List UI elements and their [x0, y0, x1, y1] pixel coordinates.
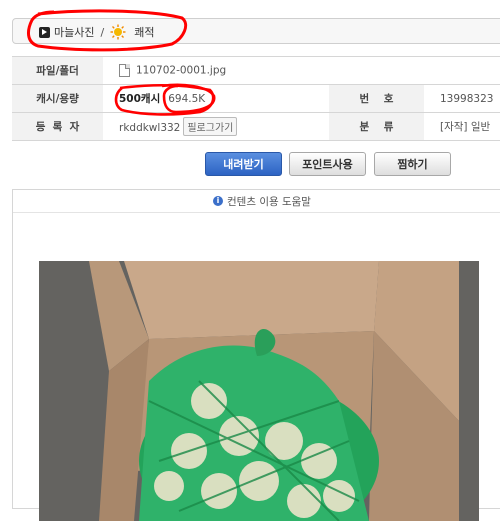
file-size: 694.5K — [168, 93, 206, 105]
file-icon — [119, 64, 130, 77]
download-button[interactable]: 내려받기 — [205, 152, 282, 176]
file-cell: 110702-0001.jpg — [103, 56, 500, 85]
uploader-cell: rkddkwl332 필로그가기 — [103, 112, 329, 141]
category-label: 분 류 — [329, 112, 424, 141]
content-area: i 컨텐츠 이용 도움말 — [12, 189, 500, 521]
breadcrumb: 마늘사진 / 쾌적 — [12, 18, 500, 44]
points-value: 500캐시 — [119, 93, 161, 105]
points-label: 캐시/용량 — [12, 84, 103, 113]
use-points-button[interactable]: 포인트사용 — [289, 152, 366, 176]
file-name: 110702-0001.jpg — [136, 64, 227, 77]
content-photo — [39, 261, 479, 521]
breadcrumb-separator: / — [100, 25, 105, 39]
number-label: 번 호 — [329, 84, 424, 113]
category-value: [자작] 일반 — [424, 112, 500, 141]
blog-button[interactable]: 필로그가기 — [183, 117, 238, 136]
help-bar[interactable]: i 컨텐츠 이용 도움말 — [13, 190, 500, 213]
file-label: 파일/폴더 — [12, 56, 103, 85]
help-text[interactable]: 컨텐츠 이용 도움말 — [227, 194, 311, 209]
bookmark-button[interactable]: 찜하기 — [374, 152, 451, 176]
play-arrow-icon — [39, 26, 50, 38]
breadcrumb-category[interactable]: 마늘사진 — [54, 24, 94, 40]
number-value: 13998323 — [424, 84, 500, 113]
uploader-name: rkddkwl332 — [119, 122, 181, 134]
file-info-table: 파일/폴더 110702-0001.jpg 캐시/용량 500캐시 694.5K … — [12, 56, 500, 141]
points-cell: 500캐시 694.5K — [103, 84, 329, 113]
breadcrumb-subcategory[interactable]: 쾌적 — [134, 24, 154, 40]
sun-icon — [110, 24, 126, 40]
info-icon: i — [213, 196, 224, 206]
uploader-label: 등 록 자 — [12, 112, 103, 141]
